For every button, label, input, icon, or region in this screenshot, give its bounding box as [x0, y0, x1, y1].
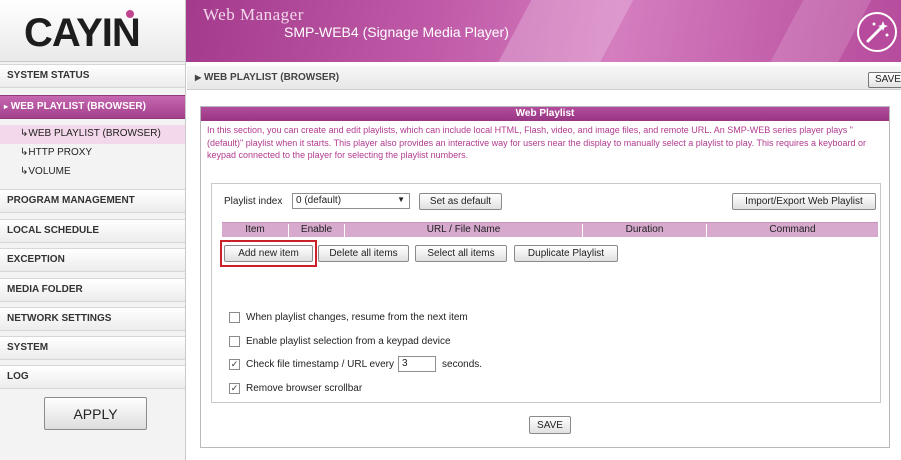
sidebar-subitem-web-playlist[interactable]: ↳WEB PLAYLIST (BROWSER)	[0, 125, 185, 144]
breadcrumb: ▶ WEB PLAYLIST (BROWSER)	[195, 72, 340, 83]
save-button-bottom[interactable]: SAVE	[529, 416, 571, 434]
checkbox[interactable]	[229, 311, 240, 323]
playlist-editor: Playlist index 0 (default) ▼ Set as defa…	[211, 183, 881, 403]
app-title: Web Manager	[203, 5, 304, 24]
playlist-index-select[interactable]: 0 (default) ▼	[292, 193, 410, 209]
option-resume-next[interactable]: When playlist changes, resume from the n…	[229, 310, 468, 324]
sidebar-item-network-settings[interactable]: NETWORK SETTINGS	[0, 307, 185, 331]
checkbox-checked[interactable]: ✓	[229, 358, 240, 370]
column-header-command: Command	[706, 224, 878, 237]
wand-icon	[857, 12, 897, 52]
panel-title: Web Playlist	[201, 107, 889, 121]
playlist-index-label: Playlist index	[224, 196, 283, 207]
sidebar: SYSTEM STATUS ▸ WEB PLAYLIST (BROWSER) ↳…	[0, 62, 186, 460]
panel-description: In this section, you can create and edit…	[207, 125, 867, 160]
column-header-enable: Enable	[288, 224, 344, 237]
import-export-button[interactable]: Import/Export Web Playlist	[732, 193, 876, 210]
checkbox-checked[interactable]: ✓	[229, 382, 240, 394]
option-keypad-selection[interactable]: Enable playlist selection from a keypad …	[229, 334, 451, 348]
option-check-timestamp[interactable]: ✓ Check file timestamp / URL every 3 sec…	[229, 356, 482, 372]
column-header-item: Item	[245, 224, 265, 235]
logo-text: CAYIN	[24, 11, 140, 54]
sidebar-item-program-management[interactable]: PROGRAM MANAGEMENT	[0, 189, 185, 213]
cayin-logo: CAYIN	[24, 9, 140, 54]
breadcrumb-bar: ▶ WEB PLAYLIST (BROWSER)	[187, 66, 901, 90]
web-playlist-panel: Web Playlist In this section, you can cr…	[200, 106, 890, 448]
sidebar-item-local-schedule[interactable]: LOCAL SCHEDULE	[0, 219, 185, 243]
sidebar-item-exception[interactable]: EXCEPTION	[0, 248, 185, 272]
save-button-top[interactable]: SAVE	[868, 72, 901, 88]
sidebar-subitem-volume[interactable]: ↳VOLUME	[0, 163, 185, 182]
device-subtitle: SMP-WEB4 (Signage Media Player)	[284, 24, 509, 40]
duplicate-playlist-button[interactable]: Duplicate Playlist	[514, 245, 618, 262]
set-default-button[interactable]: Set as default	[419, 193, 502, 210]
option-remove-scrollbar[interactable]: ✓ Remove browser scrollbar	[229, 381, 362, 395]
logo: CAYIN	[0, 0, 186, 62]
sidebar-item-media-folder[interactable]: MEDIA FOLDER	[0, 278, 185, 302]
select-all-items-button[interactable]: Select all items	[415, 245, 507, 262]
chevron-right-icon: ▶	[195, 73, 202, 82]
sidebar-item-system-status[interactable]: SYSTEM STATUS	[0, 64, 185, 88]
chevron-right-icon: ▸	[4, 102, 9, 111]
column-header-duration: Duration	[582, 224, 706, 237]
sidebar-item-web-playlist[interactable]: ▸ WEB PLAYLIST (BROWSER)	[0, 95, 185, 119]
sidebar-subitem-http-proxy[interactable]: ↳HTTP PROXY	[0, 144, 185, 163]
delete-all-items-button[interactable]: Delete all items	[318, 245, 409, 262]
check-interval-input[interactable]: 3	[398, 356, 437, 372]
checkbox[interactable]	[229, 335, 240, 347]
sidebar-item-system[interactable]: SYSTEM	[0, 336, 185, 360]
header-banner: Web Manager SMP-WEB4 (Signage Media Play…	[186, 0, 901, 62]
apply-button[interactable]: APPLY	[44, 397, 147, 430]
add-new-item-button[interactable]: Add new item	[224, 245, 313, 262]
dropdown-arrow-icon: ▼	[397, 195, 405, 204]
sidebar-item-log[interactable]: LOG	[0, 365, 185, 389]
column-header-url: URL / File Name	[344, 224, 582, 237]
playlist-table-header: Item Enable URL / File Name Duration Com…	[222, 222, 878, 237]
